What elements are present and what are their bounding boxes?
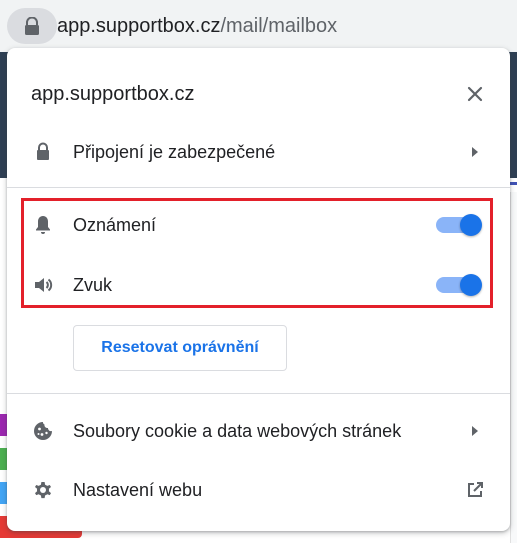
notifications-toggle[interactable] xyxy=(436,214,482,236)
toggle-knob xyxy=(460,274,482,296)
background-column xyxy=(510,192,517,543)
connection-security-label: Připojení je zabezpečené xyxy=(73,142,276,162)
lock-icon xyxy=(25,17,39,35)
cookies-label: Soubory cookie a data webových stránek xyxy=(73,421,402,441)
site-info-popup: app.supportbox.cz Připojení je zabezpeče… xyxy=(7,48,510,531)
toggle-knob xyxy=(460,214,482,236)
divider xyxy=(7,393,510,394)
reset-permissions-button[interactable]: Resetovat oprávnění xyxy=(73,325,287,371)
site-settings-label: Nastavení webu xyxy=(73,480,203,500)
connection-security-row[interactable]: Připojení je zabezpečené xyxy=(7,127,510,177)
chevron-right-icon xyxy=(472,147,478,157)
speaker-icon xyxy=(35,278,53,292)
external-link-icon xyxy=(468,482,483,497)
cookie-icon xyxy=(34,422,52,440)
permission-label-sound: Zvuk xyxy=(73,275,113,295)
lock-icon xyxy=(37,142,49,160)
permission-row-notifications: Oznámení xyxy=(7,200,510,250)
close-icon xyxy=(467,86,483,102)
popup-title: app.supportbox.cz xyxy=(31,83,195,105)
url-path: /mail/mailbox xyxy=(220,15,338,37)
bell-icon xyxy=(36,216,50,234)
sound-toggle[interactable] xyxy=(436,274,482,296)
site-info-button[interactable] xyxy=(7,8,57,44)
site-settings-row[interactable]: Nastavení webu xyxy=(7,465,510,515)
url-domain: app.supportbox.cz xyxy=(57,15,221,37)
browser-window: app.supportbox.cz/mail/mailbox app.suppo… xyxy=(0,0,517,543)
permission-label-notifications: Oznámení xyxy=(73,215,157,235)
chevron-right-icon xyxy=(472,426,478,436)
close-button[interactable] xyxy=(456,75,494,113)
url-field[interactable]: app.supportbox.cz/mail/mailbox xyxy=(57,13,337,39)
permission-row-sound: Zvuk xyxy=(7,260,510,310)
address-bar: app.supportbox.cz/mail/mailbox xyxy=(0,0,517,52)
divider xyxy=(7,187,510,188)
cookies-row[interactable]: Soubory cookie a data webových stránek xyxy=(7,406,510,456)
gear-icon xyxy=(35,482,51,499)
